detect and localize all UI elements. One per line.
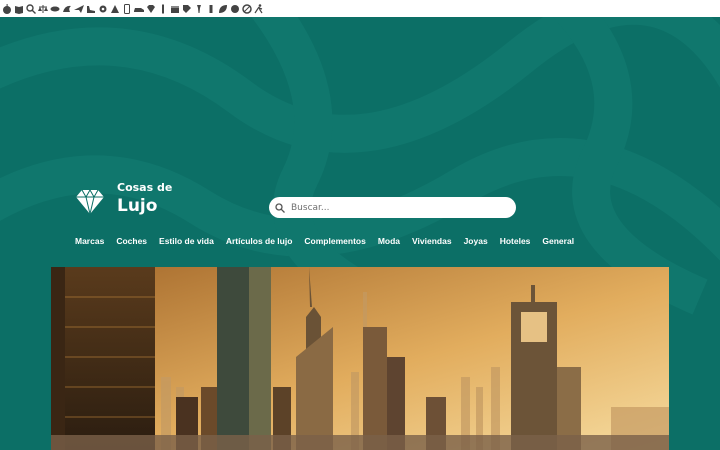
bottle-icon[interactable] — [158, 4, 168, 14]
nav-item-moda[interactable]: Moda — [378, 236, 400, 246]
dragon-icon[interactable] — [62, 4, 72, 14]
logo-line-1: Cosas de — [117, 181, 173, 194]
plate-icon[interactable] — [242, 3, 252, 14]
nav-item-general[interactable]: General — [542, 236, 574, 246]
search-icon[interactable] — [26, 3, 36, 14]
cake-icon[interactable] — [230, 4, 240, 14]
logo-text: Cosas de Lujo — [117, 182, 172, 215]
tag-icon[interactable] — [182, 4, 192, 14]
search-icon — [275, 202, 285, 213]
nav-item-marcas[interactable]: Marcas — [75, 236, 104, 246]
featured-image[interactable] — [51, 267, 669, 450]
nav-item-articulos-de-lujo[interactable]: Artículos de lujo — [226, 236, 293, 246]
nav-item-estilo-de-vida[interactable]: Estilo de vida — [159, 236, 214, 246]
book-icon[interactable] — [14, 4, 24, 14]
leaf-icon[interactable] — [218, 4, 228, 14]
scales-icon[interactable] — [38, 4, 48, 14]
site-logo[interactable]: Cosas de Lujo — [75, 182, 172, 215]
clapperboard-icon[interactable] — [170, 4, 180, 14]
search-bar[interactable] — [269, 197, 516, 218]
nav-item-complementos[interactable]: Complementos — [304, 236, 365, 246]
diamond-icon[interactable] — [146, 4, 156, 14]
cloak-icon[interactable] — [110, 4, 120, 14]
runner-icon[interactable] — [254, 3, 264, 14]
nav-item-viviendas[interactable]: Viviendas — [412, 236, 452, 246]
diamond-logo-icon — [76, 188, 104, 214]
airplane-icon[interactable] — [74, 4, 84, 14]
search-input[interactable] — [291, 199, 516, 216]
tall-glass-icon[interactable] — [206, 4, 216, 14]
nav-item-coches[interactable]: Coches — [116, 236, 147, 246]
icon-toolbar — [0, 0, 720, 17]
gear-icon[interactable] — [98, 4, 108, 14]
shoe-icon[interactable] — [86, 4, 96, 14]
hero-section: Cosas de Lujo Marcas Coches Estilo de vi… — [0, 17, 720, 450]
apple-icon[interactable] — [2, 3, 12, 14]
main-nav: Marcas Coches Estilo de vida Artículos d… — [75, 236, 574, 246]
logo-line-2: Lujo — [117, 196, 158, 216]
phone-icon[interactable] — [122, 3, 132, 14]
city-skyline-image — [51, 267, 669, 450]
car-icon[interactable] — [134, 4, 144, 14]
lips-icon[interactable] — [50, 4, 60, 14]
torch-icon[interactable] — [194, 4, 204, 14]
nav-item-hoteles[interactable]: Hoteles — [500, 236, 531, 246]
nav-item-joyas[interactable]: Joyas — [464, 236, 488, 246]
